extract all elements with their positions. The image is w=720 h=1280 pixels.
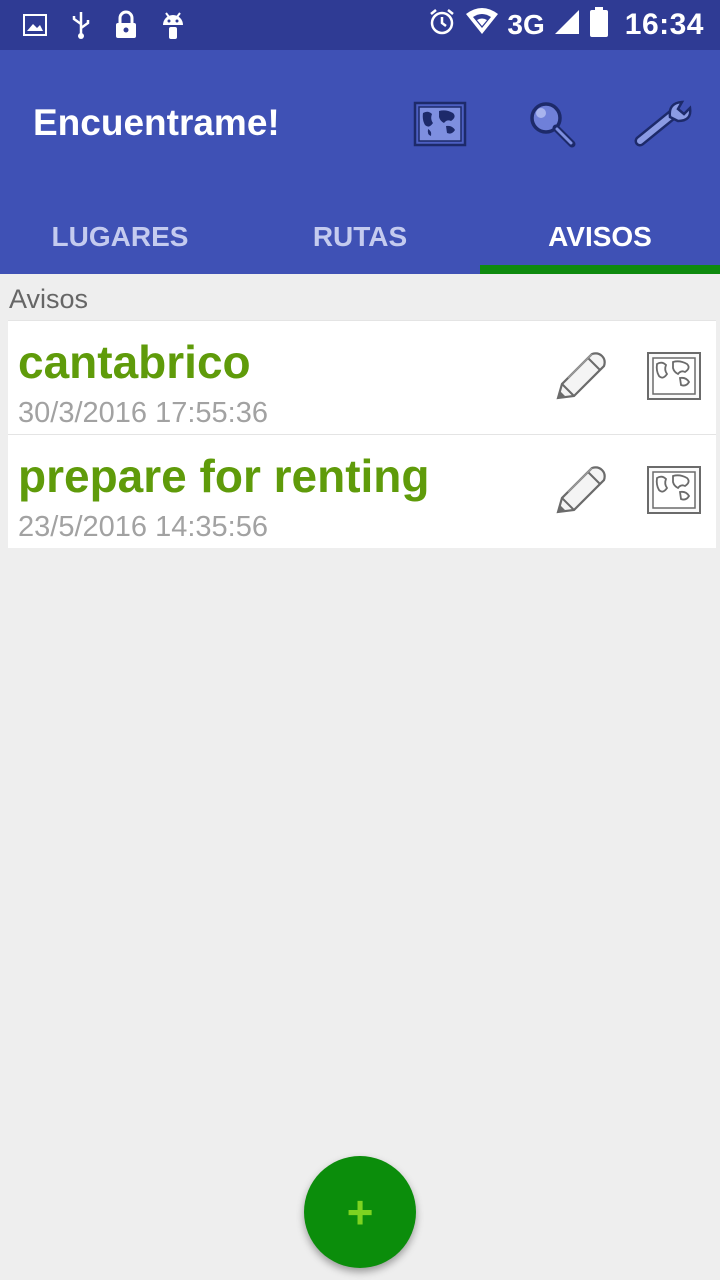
add-button[interactable]: + <box>304 1156 416 1268</box>
tab-lugares[interactable]: LUGARES <box>0 200 240 274</box>
search-button[interactable] <box>522 96 582 156</box>
alarm-icon <box>427 7 457 42</box>
tab-bar: LUGARES RUTAS AVISOS <box>0 200 720 274</box>
clock: 16:34 <box>624 7 704 41</box>
section-label: Avisos <box>9 284 89 314</box>
wrench-icon <box>634 99 694 154</box>
wifi-icon <box>465 8 499 41</box>
signal-icon <box>553 8 581 41</box>
battery-icon <box>589 6 609 43</box>
status-bar: 3G 16:34 <box>0 0 720 50</box>
tab-rutas[interactable]: RUTAS <box>240 200 480 274</box>
item-date: 30/3/2016 17:55:36 <box>18 397 268 429</box>
item-title: cantabrico <box>18 336 251 388</box>
list-item[interactable]: prepare for renting 23/5/2016 14:35:56 <box>8 434 716 548</box>
usb-icon <box>70 10 92 45</box>
map-button[interactable] <box>646 351 702 403</box>
pencil-icon <box>548 466 610 526</box>
map-icon <box>646 466 702 521</box>
pencil-icon <box>548 352 610 412</box>
settings-button[interactable] <box>634 96 694 156</box>
image-icon <box>22 12 48 43</box>
tab-avisos[interactable]: AVISOS <box>480 200 720 274</box>
map-icon <box>413 101 467 152</box>
search-icon <box>526 98 578 155</box>
app-title: Encuentrame! <box>33 102 280 143</box>
item-title: prepare for renting <box>18 450 430 502</box>
map-button[interactable] <box>410 96 470 156</box>
app-bar: Encuentrame! LUGARES RUTAS AVISOS <box>0 50 720 274</box>
avisos-list: cantabrico 30/3/2016 17:55:36 prepare fo… <box>8 320 716 548</box>
edit-button[interactable] <box>548 460 610 522</box>
list-item[interactable]: cantabrico 30/3/2016 17:55:36 <box>8 320 716 434</box>
map-icon <box>646 352 702 407</box>
edit-button[interactable] <box>548 346 610 408</box>
item-date: 23/5/2016 14:35:56 <box>18 511 268 543</box>
map-button[interactable] <box>646 465 702 517</box>
lock-icon <box>114 10 138 45</box>
android-icon <box>160 9 186 46</box>
network-type: 3G <box>507 8 545 40</box>
